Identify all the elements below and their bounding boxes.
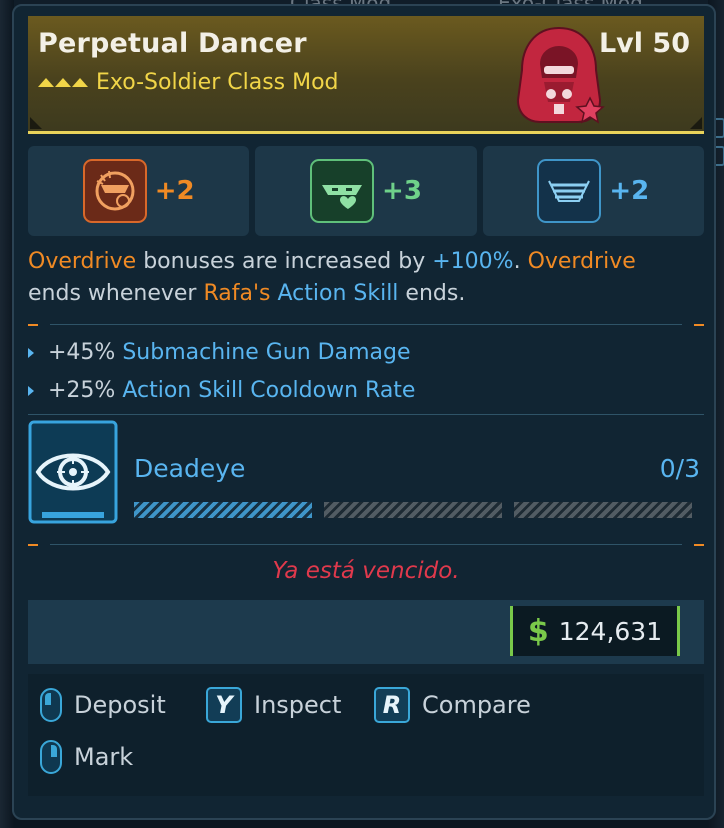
bonus-percent: +100% bbox=[432, 249, 514, 274]
progress-segment-1 bbox=[134, 502, 312, 518]
bonus-line-2: +25% Action Skill Cooldown Rate bbox=[28, 378, 415, 403]
action-label: Inspect bbox=[254, 691, 342, 719]
bullet-arrow-icon bbox=[28, 347, 34, 358]
keyword-overdrive: Overdrive bbox=[527, 249, 636, 274]
exo-soldier-hood-icon bbox=[516, 26, 605, 124]
action-inspect[interactable]: Y Inspect bbox=[206, 687, 341, 723]
keyword-overdrive: Overdrive bbox=[28, 249, 137, 274]
eye-target-icon bbox=[28, 420, 118, 524]
progress-segment-3 bbox=[514, 502, 692, 518]
description-text: bonuses are increased by bbox=[136, 249, 433, 274]
status-expired: Ya está vencido. bbox=[272, 558, 460, 584]
challenge-panel: Deadeye 0/3 bbox=[28, 418, 704, 530]
action-label: Deposit bbox=[74, 691, 166, 719]
skill-boost-2[interactable]: +3 bbox=[255, 146, 477, 236]
skill-boost-value: +2 bbox=[154, 176, 195, 206]
challenge-progress-text: 0/3 bbox=[659, 454, 700, 483]
price-amount: 124,631 bbox=[558, 616, 663, 646]
gunslinger-skill-icon bbox=[82, 159, 147, 223]
item-description: Overdrive bonuses are increased by +100%… bbox=[28, 246, 704, 310]
item-type-label: Exo-Soldier Class Mod bbox=[96, 70, 339, 95]
bullet-arrow-icon bbox=[28, 385, 34, 396]
bonus-stat: Action Skill Cooldown Rate bbox=[122, 378, 416, 403]
description-text: . bbox=[513, 249, 528, 274]
keyword-action-skill: Action Skill bbox=[277, 281, 399, 306]
mouse-left-click-icon bbox=[40, 688, 62, 722]
divider bbox=[28, 414, 704, 416]
bonus-amount: +45% bbox=[48, 340, 116, 365]
item-card: Perpetual Dancer Exo-Soldier Class Mod L… bbox=[12, 4, 716, 820]
divider bbox=[28, 324, 704, 326]
keyword-rafa: Rafa's bbox=[203, 281, 271, 306]
bonus-amount: +25% bbox=[48, 378, 116, 403]
stacked-weapons-skill-icon bbox=[537, 159, 602, 223]
mask-heart-skill-icon bbox=[310, 159, 375, 223]
description-text: ends whenever bbox=[28, 281, 204, 306]
corner-notch-left bbox=[30, 117, 42, 129]
rarity-chevrons-icon bbox=[38, 78, 88, 87]
skill-boost-1[interactable]: +2 bbox=[28, 146, 250, 236]
skill-boost-3[interactable]: +2 bbox=[482, 146, 704, 236]
key-y-icon: Y bbox=[206, 687, 242, 723]
mouse-right-click-icon bbox=[40, 740, 62, 774]
skill-boost-value: +2 bbox=[609, 176, 650, 206]
divider bbox=[28, 544, 704, 546]
key-r-icon: R bbox=[374, 687, 410, 723]
action-label: Mark bbox=[74, 743, 134, 771]
skill-boosts: +2 +3 +2 bbox=[28, 146, 704, 236]
challenge-name: Deadeye bbox=[134, 454, 246, 483]
price-bar: $ 124,631 bbox=[28, 600, 704, 664]
currency-dollar-icon: $ bbox=[527, 613, 549, 649]
skill-boost-value: +3 bbox=[382, 176, 422, 206]
action-label: Compare bbox=[422, 691, 531, 719]
action-compare[interactable]: R Compare bbox=[374, 687, 531, 723]
item-type: Exo-Soldier Class Mod bbox=[38, 70, 339, 95]
bonus-line-1: +45% Submachine Gun Damage bbox=[28, 340, 411, 365]
bonus-stat: Submachine Gun Damage bbox=[122, 340, 411, 365]
price-box: $ 124,631 bbox=[510, 606, 680, 656]
action-mark[interactable]: Mark bbox=[40, 740, 133, 774]
corner-notch-right bbox=[690, 117, 702, 129]
item-name: Perpetual Dancer bbox=[38, 28, 307, 59]
action-prompts: Deposit Y Inspect R Compare Mark bbox=[28, 674, 704, 796]
action-deposit[interactable]: Deposit bbox=[40, 688, 166, 722]
description-text: ends. bbox=[398, 281, 466, 306]
item-header: Perpetual Dancer Exo-Soldier Class Mod L… bbox=[28, 16, 704, 134]
progress-segment-2 bbox=[324, 502, 502, 518]
